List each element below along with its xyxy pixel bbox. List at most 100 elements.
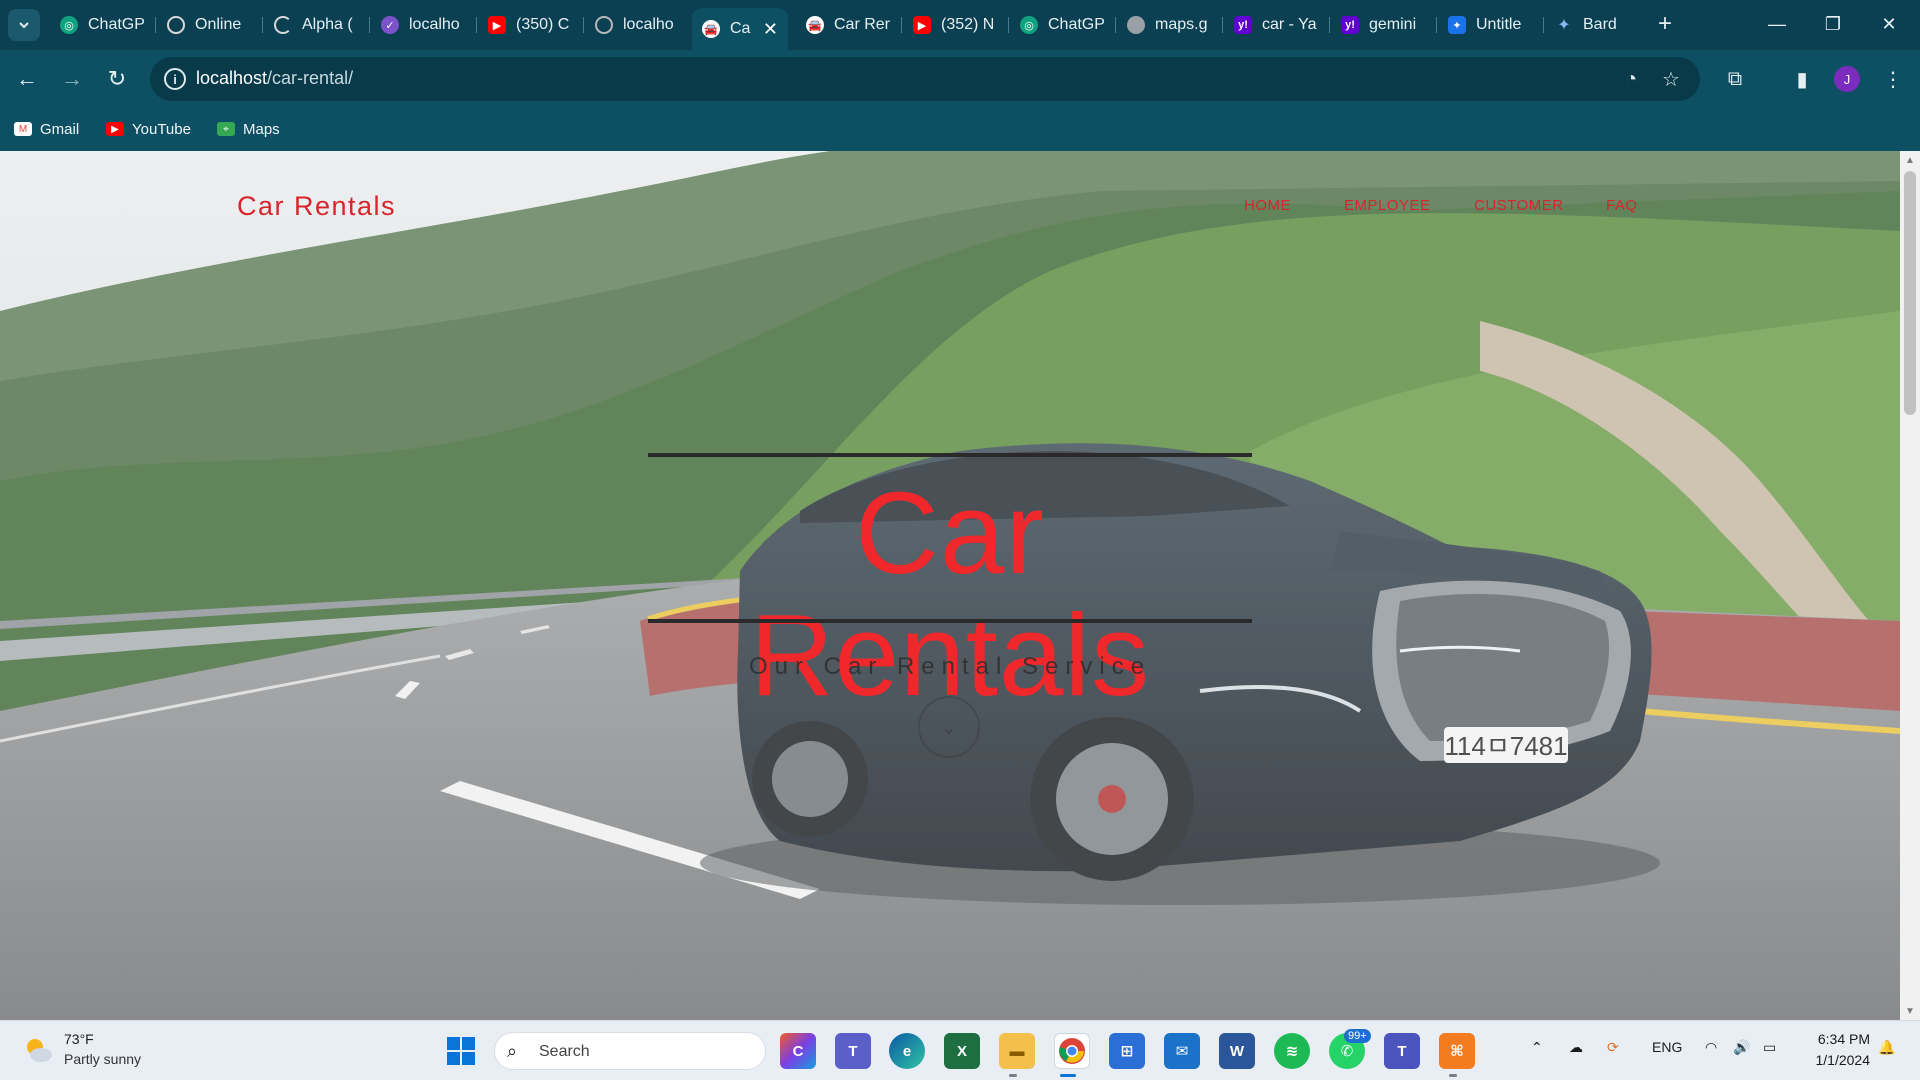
- tab-title: localho: [409, 16, 460, 33]
- tab-title: (352) N: [941, 16, 995, 33]
- show-hidden-icons-chevron-icon[interactable]: ⌃: [1531, 1039, 1543, 1056]
- tab-title: maps.g: [1155, 16, 1208, 33]
- tab-car-rentals-active[interactable]: 🚘 Ca ✕: [692, 8, 788, 50]
- page-scrollbar[interactable]: ▲ ▼: [1900, 151, 1920, 1020]
- restore-button[interactable]: ❐: [1810, 8, 1856, 40]
- scrollbar-thumb[interactable]: [1904, 171, 1916, 415]
- tab-chatgpt-1[interactable]: ◎ ChatGP: [50, 8, 156, 42]
- microsoft-store-icon[interactable]: ⊞: [1109, 1033, 1145, 1069]
- running-indicator: [1009, 1074, 1017, 1077]
- hero-divider-top: [648, 453, 1252, 457]
- menu-kebab-icon[interactable]: ⋮: [1878, 64, 1908, 94]
- tab-title: Bard: [1583, 16, 1617, 33]
- close-window-button[interactable]: ✕: [1866, 8, 1912, 40]
- browser-tab-bar: ◎ ChatGP Online Alpha ( ✓ localho ▶ (350) C…: [0, 0, 1920, 50]
- nav-employee[interactable]: EMPLOYEE: [1344, 197, 1431, 214]
- weather-partly-sunny-icon[interactable]: [22, 1034, 54, 1066]
- weather-description[interactable]: Partly sunny: [64, 1051, 141, 1067]
- taskbar-search-box[interactable]: ⌕ Search: [494, 1032, 766, 1070]
- profile-avatar[interactable]: J: [1834, 66, 1860, 92]
- yahoo-icon: y!: [1341, 16, 1359, 34]
- clock-date[interactable]: 1/1/2024: [1806, 1052, 1871, 1068]
- file-explorer-icon[interactable]: ▬: [999, 1033, 1035, 1069]
- nav-customer[interactable]: CUSTOMER: [1474, 197, 1564, 214]
- new-tab-button[interactable]: +: [1650, 9, 1680, 39]
- chrome-icon[interactable]: [1054, 1033, 1090, 1069]
- copilot-icon[interactable]: C: [780, 1033, 816, 1069]
- word-icon[interactable]: W: [1219, 1033, 1255, 1069]
- extensions-icon[interactable]: ⧉: [1720, 64, 1750, 94]
- tab-localhost-1[interactable]: ✓ localho: [371, 8, 477, 42]
- scroll-down-button[interactable]: ⌄: [918, 696, 980, 758]
- tab-yahoo-gemini[interactable]: y! gemini: [1331, 8, 1437, 42]
- bookmark-gmail[interactable]: M Gmail: [14, 116, 79, 142]
- tab-youtube-352[interactable]: ▶ (352) N: [903, 8, 1009, 42]
- localhost-icon: [595, 16, 613, 34]
- tab-title: Alpha (: [302, 16, 353, 33]
- browser-toolbar: ← → ↻ i localhost/car-rental/ ◔ ☆ ⧉ ▮ J …: [0, 50, 1920, 108]
- address-bar[interactable]: i localhost/car-rental/ ◔ ☆: [150, 57, 1700, 101]
- xampp-icon[interactable]: ⌘: [1439, 1033, 1475, 1069]
- site-info-icon[interactable]: i: [164, 68, 186, 90]
- tab-untitled[interactable]: ✦ Untitle: [1438, 8, 1544, 42]
- performance-icon[interactable]: ◔: [1618, 66, 1644, 92]
- volume-icon[interactable]: 🔊: [1733, 1039, 1750, 1056]
- windows-start-icon[interactable]: [443, 1033, 479, 1069]
- scroll-down-arrow-icon[interactable]: ▼: [1900, 1002, 1920, 1020]
- edge-icon[interactable]: e: [889, 1033, 925, 1069]
- teams-icon[interactable]: T: [1384, 1033, 1420, 1069]
- teams-chat-icon[interactable]: T: [835, 1033, 871, 1069]
- tab-search-button[interactable]: [8, 9, 40, 41]
- nav-home[interactable]: HOME: [1244, 197, 1291, 214]
- forward-button[interactable]: →: [55, 62, 89, 96]
- car-icon: 🚘: [806, 16, 824, 34]
- tab-maps[interactable]: maps.g: [1117, 8, 1223, 42]
- weather-temperature[interactable]: 73°F: [64, 1031, 94, 1047]
- tab-title: Ca: [730, 20, 751, 37]
- url-text[interactable]: localhost/car-rental/: [196, 68, 353, 89]
- bookmark-maps[interactable]: ⌖ Maps: [217, 116, 280, 142]
- bookmark-label: Gmail: [40, 120, 80, 138]
- notifications-bell-icon[interactable]: 🔔: [1878, 1039, 1895, 1056]
- language-indicator[interactable]: ENG: [1652, 1039, 1682, 1055]
- clock-time[interactable]: 6:34 PM: [1806, 1031, 1870, 1047]
- reload-button[interactable]: ↻: [100, 62, 134, 96]
- page-viewport: 114ㅁ7481 Car Rentals HOME EMPLOYEE CUSTO…: [0, 151, 1900, 1020]
- tab-title: Car Rer: [834, 16, 891, 33]
- close-icon[interactable]: ✕: [763, 19, 778, 40]
- update-icon[interactable]: ⟳: [1607, 1039, 1619, 1056]
- side-panel-icon[interactable]: ▮: [1787, 64, 1817, 94]
- battery-icon[interactable]: ▭: [1763, 1039, 1776, 1056]
- tab-bard[interactable]: ✦ Bard: [1545, 8, 1645, 42]
- maps-icon: ⌖: [217, 122, 235, 136]
- tab-car-rentals-2[interactable]: 🚘 Car Rer: [796, 8, 902, 42]
- chevron-down-icon: ⌄: [940, 716, 958, 739]
- chatgpt-icon: ◎: [1020, 16, 1038, 34]
- back-button[interactable]: ←: [10, 62, 44, 96]
- bookmark-youtube[interactable]: ▶ YouTube: [106, 116, 191, 142]
- tab-localhost-2[interactable]: localho: [585, 8, 691, 42]
- bookmark-label: YouTube: [132, 120, 191, 138]
- bookmark-star-icon[interactable]: ☆: [1658, 66, 1684, 92]
- tab-online[interactable]: Online: [157, 8, 263, 42]
- tab-title: Untitle: [1476, 16, 1522, 33]
- running-indicator: [1449, 1074, 1457, 1077]
- mail-icon[interactable]: ✉: [1164, 1033, 1200, 1069]
- globe-icon: [1127, 16, 1145, 34]
- tab-alpha[interactable]: Alpha (: [264, 8, 370, 42]
- scroll-up-arrow-icon[interactable]: ▲: [1900, 151, 1920, 169]
- minimize-button[interactable]: —: [1754, 8, 1800, 40]
- tab-yahoo-car[interactable]: y! car - Ya: [1224, 8, 1330, 42]
- excel-icon[interactable]: X: [944, 1033, 980, 1069]
- wifi-icon[interactable]: ◠: [1705, 1039, 1717, 1056]
- onedrive-cloud-icon[interactable]: ☁: [1569, 1039, 1583, 1056]
- spotify-icon[interactable]: ≋: [1274, 1033, 1310, 1069]
- yahoo-icon: y!: [1234, 16, 1252, 34]
- openai-icon: [167, 16, 185, 34]
- site-brand-logo[interactable]: Car Rentals: [237, 191, 396, 222]
- nav-faq[interactable]: FAQ: [1606, 197, 1638, 214]
- tab-chatgpt-2[interactable]: ◎ ChatGP: [1010, 8, 1116, 42]
- bard-icon: ✦: [1557, 17, 1571, 34]
- active-indicator: [1060, 1074, 1076, 1077]
- tab-youtube-350[interactable]: ▶ (350) C: [478, 8, 584, 42]
